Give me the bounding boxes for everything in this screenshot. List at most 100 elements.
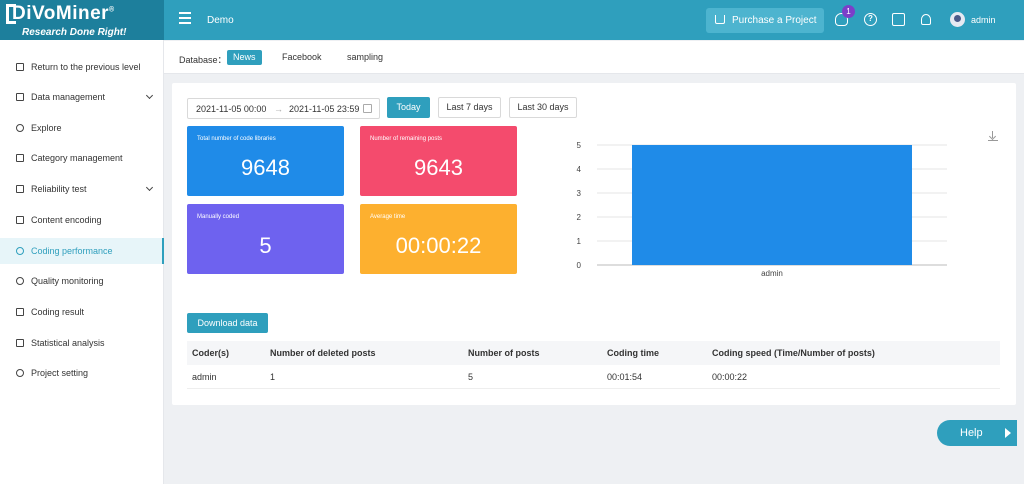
return-icon [16,63,24,71]
database-tab-facebook[interactable]: Facebook [276,50,328,65]
end-date: 2021-11-05 23:59 [289,104,360,114]
stat-value: 9648 [241,155,290,180]
sidebar-item-coding-result[interactable]: Coding result [0,299,164,325]
checklist-icon [16,185,24,193]
sidebar-item-category-management[interactable]: Category management [0,145,164,171]
header-posts: Number of posts [468,348,540,358]
bell-icon[interactable] [921,14,931,25]
sidebar-item-project-setting[interactable]: Project setting [0,360,164,386]
database-label: Database： [179,55,227,65]
purchase-project-button[interactable]: Purchase a Project [706,8,824,33]
header-coders: Coder(s) [192,348,230,358]
last-7-days-button[interactable]: Last 7 days [438,97,501,118]
top-header: DiVoMiner® Research Done Right! Demo Pur… [0,0,1024,40]
sidebar-item-statistical-analysis[interactable]: Statistical analysis [0,330,164,356]
purchase-label: Purchase a Project [732,15,817,26]
document-icon[interactable] [892,13,905,26]
stat-label: Average time [370,214,406,220]
chevron-down-icon[interactable] [145,91,154,100]
stat-total-code-libraries: Total number of code libraries 9648 [187,126,344,196]
bar-chart-icon [16,339,24,347]
y-tick-label: 5 [577,141,582,150]
y-tick-label: 1 [577,237,582,246]
stat-manually-coded: Manually coded 5 [187,204,344,274]
y-tick-label: 3 [577,189,582,198]
start-date: 2021-11-05 00:00 [196,104,267,114]
today-button[interactable]: Today [387,97,430,118]
database-tab-news[interactable]: News [227,50,262,65]
cart-icon [715,15,725,24]
y-tick-label: 4 [577,165,582,174]
coding-performance-card: 2021-11-05 00:00 → 2021-11-05 23:59 Toda… [172,83,1016,405]
compass-icon [16,124,24,132]
gear-icon [16,369,24,377]
date-range-picker[interactable]: 2021-11-05 00:00 → 2021-11-05 23:59 [187,98,380,119]
user-name[interactable]: admin [971,15,996,25]
table-header: Coder(s) Number of deleted posts Number … [187,341,1000,365]
help-label: Help [960,427,983,439]
y-tick-label: 0 [577,261,582,270]
sidebar-item-label: Return to the previous level [31,62,141,72]
notification-badge: 1 [842,5,855,18]
calendar-icon [363,104,372,113]
header-coding-speed: Coding speed (Time/Number of posts) [712,348,875,358]
header-coding-time: Coding time [607,348,659,358]
stat-label: Total number of code libraries [197,136,276,142]
sidebar-item-content-encoding[interactable]: Content encoding [0,207,164,233]
sidebar-item-label: Reliability test [31,184,87,194]
x-tick-label: admin [761,269,783,278]
sidebar-item-label: Category management [31,153,123,163]
table-row: admin 1 5 00:01:54 00:00:22 [187,365,1000,389]
stat-label: Manually coded [197,214,240,220]
help-button[interactable]: Help [937,420,1017,446]
cell-coding-time: 00:01:54 [607,372,643,382]
coding-performance-chart: 0 1 2 3 4 5 admin [577,141,947,278]
sidebar-item-label: Data management [31,92,106,102]
sidebar-item-explore[interactable]: Explore [0,115,164,141]
download-data-button[interactable]: Download data [187,313,268,333]
cell-posts: 5 [468,372,474,382]
sidebar-item-reliability-test[interactable]: Reliability test [0,176,164,202]
page-icon [16,154,24,162]
logo[interactable]: DiVoMiner® Research Done Right! [0,0,164,40]
logo-title: DiVoMiner® [12,3,115,24]
sidebar-item-label: Explore [31,123,62,133]
sidebar-item-label: Coding performance [31,246,113,256]
cell-coder: admin [192,372,217,382]
download-icon[interactable] [988,131,998,141]
file-icon [16,93,24,101]
sidebar-item-quality-monitoring[interactable]: Quality monitoring [0,268,164,294]
stat-remaining-posts: Number of remaining posts 9643 [360,126,517,196]
chevron-down-icon[interactable] [145,183,154,192]
doc-icon [16,308,24,316]
avatar[interactable] [950,12,965,27]
stat-label: Number of remaining posts [370,136,443,142]
sidebar-item-label: Content encoding [31,215,102,225]
sidebar-item-data-management[interactable]: Data management [0,84,164,110]
stat-value: 00:00:22 [395,233,482,258]
stat-value: 9643 [414,155,463,180]
question-icon[interactable]: ? [864,13,877,26]
sidebar: Return to the previous level Data managem… [0,40,164,484]
sidebar-item-label: Coding result [31,307,85,317]
database-bar: Database： News Facebook sampling [164,41,1024,74]
cell-coding-speed: 00:00:22 [712,372,748,382]
logo-tagline: Research Done Right! [22,27,127,38]
last-30-days-button[interactable]: Last 30 days [509,97,577,118]
database-tab-sampling[interactable]: sampling [341,50,389,65]
arrow-right-icon: → [274,104,283,114]
sidebar-item-return-to-the-previous-level[interactable]: Return to the previous level [0,54,164,80]
stat-value: 5 [259,233,272,258]
project-name: Demo [207,15,234,26]
sidebar-item-label: Quality monitoring [31,276,104,286]
stat-average-time: Average time 00:00:22 [360,204,517,274]
sidebar-item-label: Statistical analysis [31,338,105,348]
y-tick-label: 2 [577,213,582,222]
menu-toggle-icon[interactable] [179,12,191,26]
chevron-right-icon [1005,428,1011,438]
sidebar-item-coding-performance[interactable]: Coding performance [0,238,164,264]
pen-icon [16,216,24,224]
target-icon [16,247,24,255]
bar-admin[interactable] [632,145,912,265]
header-deleted-posts: Number of deleted posts [270,348,376,358]
